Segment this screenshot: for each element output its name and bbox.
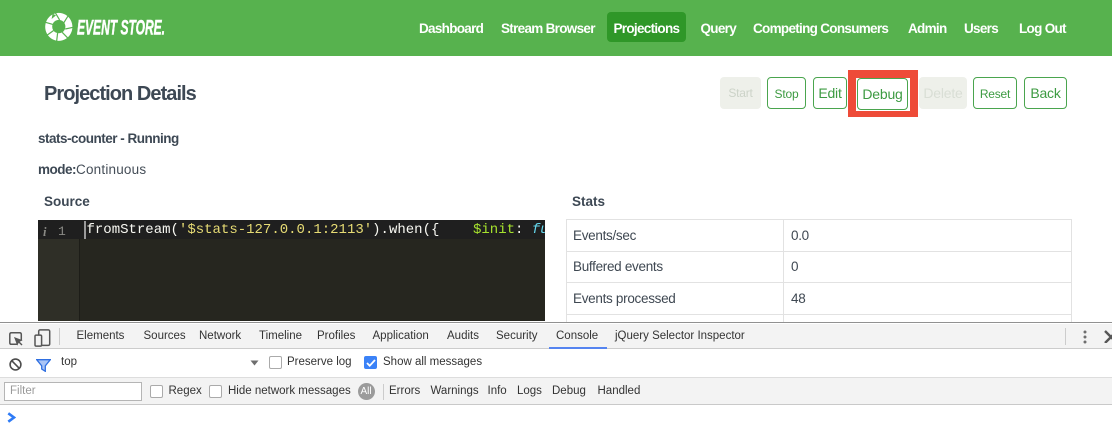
svg-text:EVENT STORE.: EVENT STORE. <box>77 17 165 40</box>
